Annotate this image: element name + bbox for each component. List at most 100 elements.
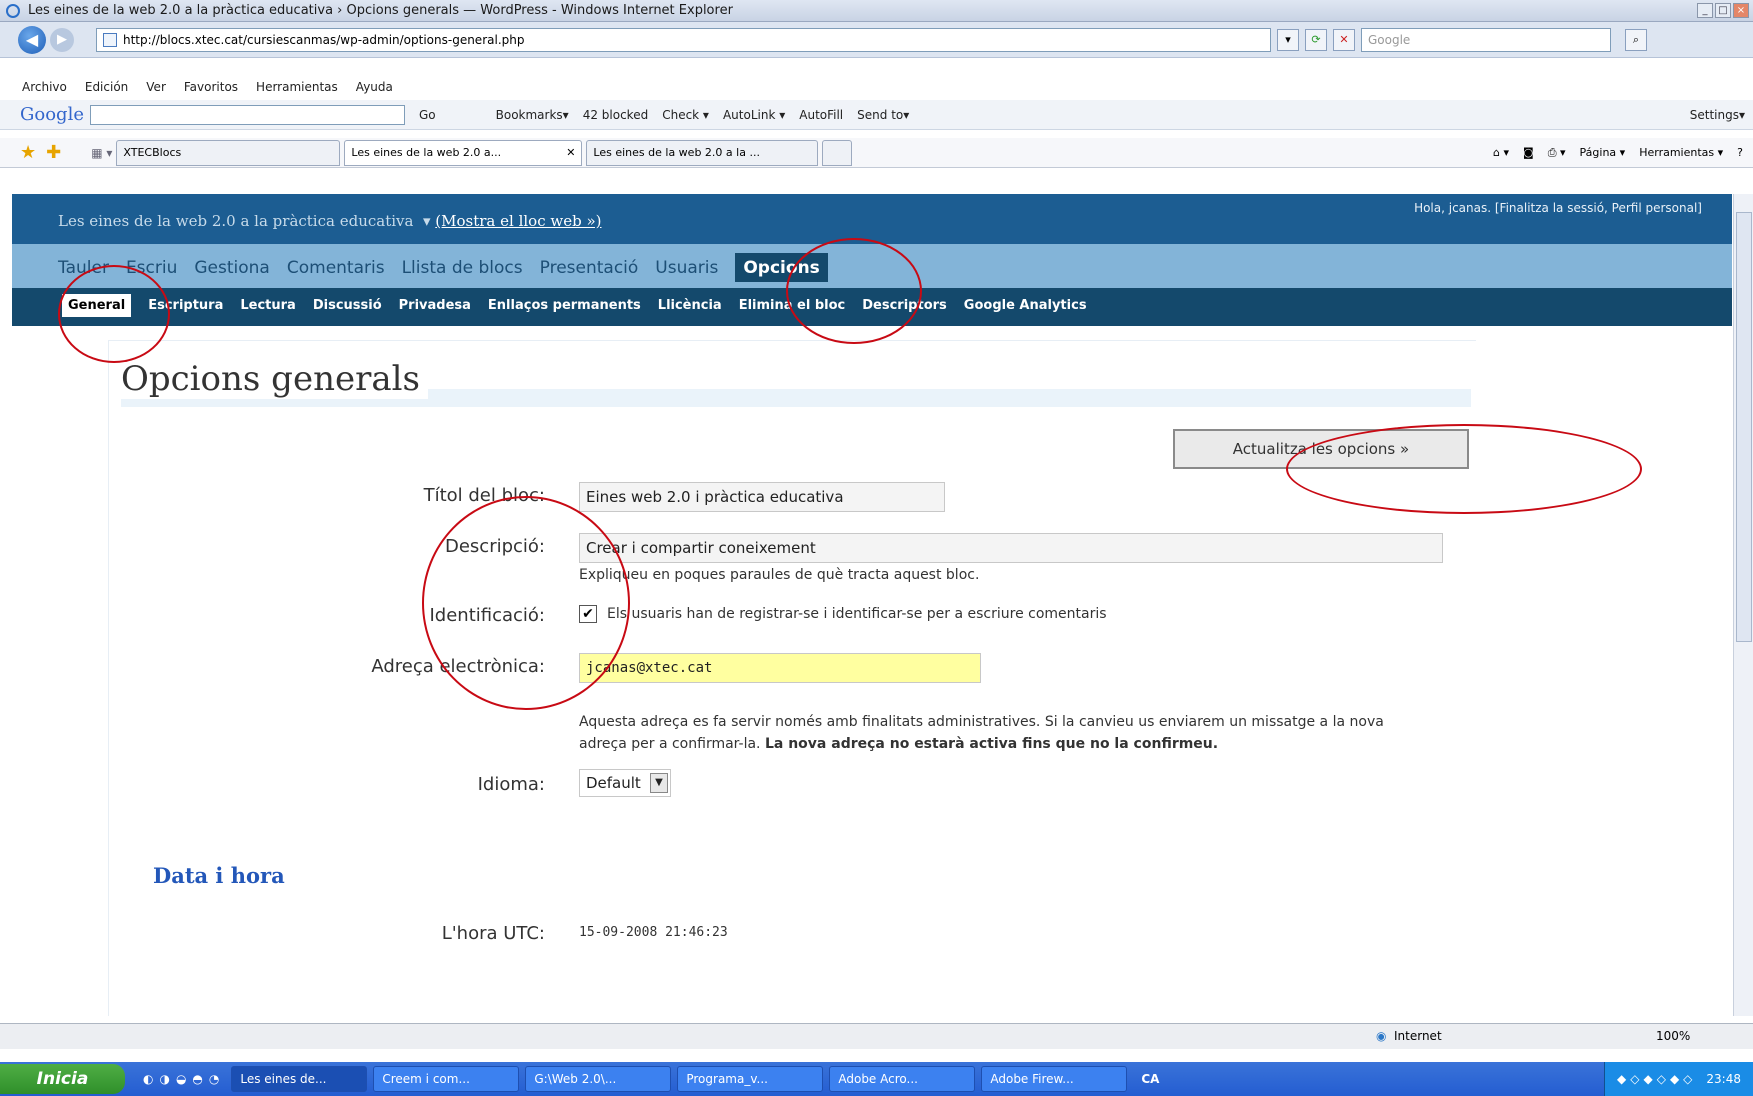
- identification-text: Els usuaris han de registrar-se i identi…: [607, 606, 1107, 622]
- globe-icon: ◉: [1376, 1029, 1387, 1043]
- taskbar-item-fireworks[interactable]: Adobe Firew...: [981, 1066, 1128, 1092]
- menu-bar: Archivo Edición Ver Favoritos Herramient…: [22, 80, 393, 94]
- nav-comentaris[interactable]: Comentaris: [287, 258, 385, 282]
- email-note-line1: Aquesta adreça es fa servir només amb fi…: [579, 714, 1384, 730]
- help-icon[interactable]: ?: [1737, 146, 1743, 160]
- taskbar-item-programa[interactable]: Programa_v...: [677, 1066, 824, 1092]
- search-icon[interactable]: ⌕: [1625, 28, 1647, 51]
- forward-button[interactable]: ▶: [50, 27, 74, 52]
- minimize-button[interactable]: _: [1697, 3, 1713, 18]
- google-go-button[interactable]: Go: [419, 108, 436, 122]
- description-input[interactable]: Crear i compartir coneixement: [579, 533, 1443, 563]
- page-icon: [103, 32, 117, 47]
- page-title: Opcions generals: [121, 359, 428, 399]
- blog-header: Les eines de la web 2.0 a la pràctica ed…: [58, 212, 602, 230]
- page-scrollbar[interactable]: [1733, 194, 1753, 1016]
- google-logo: Google: [20, 104, 84, 125]
- popup-blocked-button[interactable]: 42 blocked: [583, 108, 649, 122]
- annotation-circle-general: [58, 265, 170, 363]
- datetime-section-title: Data i hora: [153, 863, 285, 888]
- email-note-bold: La nova adreça no estarà activa fins que…: [764, 736, 1219, 752]
- taskbar-item-les-eines[interactable]: Les eines de...: [231, 1066, 368, 1092]
- refresh-icon[interactable]: ⟳: [1305, 28, 1327, 51]
- language-indicator[interactable]: CA: [1141, 1072, 1159, 1086]
- quick-tabs-icon[interactable]: ▦ ▾: [91, 146, 112, 160]
- address-url: http://blocs.xtec.cat/cursiescanmas/wp-a…: [123, 32, 525, 47]
- nav-llista-blocs[interactable]: Llista de blocs: [402, 258, 523, 282]
- stop-icon[interactable]: ✕: [1333, 28, 1355, 51]
- email-note: Aquesta adreça es fa servir només amb fi…: [579, 711, 1479, 755]
- menu-ayuda[interactable]: Ayuda: [356, 80, 393, 94]
- tab-xtecblocs[interactable]: XTECBlocs: [116, 139, 341, 166]
- tab-les-eines[interactable]: Les eines de la web 2.0 a la ...: [586, 139, 819, 166]
- menu-edicion[interactable]: Edición: [85, 80, 128, 94]
- home-icon[interactable]: ⌂ ▾: [1493, 146, 1509, 160]
- ie-icon: [6, 3, 20, 18]
- autofill-button[interactable]: AutoFill: [799, 108, 843, 122]
- taskbar: Inicia ◐◑◒◓◔ Les eines de... Creem i com…: [0, 1062, 1753, 1096]
- wp-header: Les eines de la web 2.0 a la pràctica ed…: [12, 194, 1732, 244]
- tab-row: ★ ✚ ▦ ▾ XTECBlocs Les eines de la web 2.…: [0, 138, 1753, 168]
- nav-usuaris[interactable]: Usuaris: [655, 258, 718, 282]
- taskbar-item-creem[interactable]: Creem i com...: [373, 1066, 520, 1092]
- menu-herramientas[interactable]: Herramientas: [256, 80, 338, 94]
- scrollbar-thumb[interactable]: [1736, 212, 1752, 642]
- send-to-button[interactable]: Send to▾: [857, 108, 909, 122]
- address-bar[interactable]: http://blocs.xtec.cat/cursiescanmas/wp-a…: [96, 27, 1271, 52]
- nav-presentacio[interactable]: Presentació: [540, 258, 639, 282]
- favorites-star-icon[interactable]: ★: [20, 142, 36, 163]
- menu-favoritos[interactable]: Favoritos: [184, 80, 238, 94]
- feeds-icon[interactable]: ◙: [1523, 146, 1534, 160]
- window-titlebar: Les eines de la web 2.0 a la pràctica ed…: [0, 0, 1753, 22]
- subnav-analytics[interactable]: Google Analytics: [964, 298, 1087, 317]
- subnav-llicencia[interactable]: Llicència: [658, 298, 722, 317]
- google-search-input[interactable]: [89, 104, 405, 125]
- tab-close-icon[interactable]: ✕: [566, 146, 575, 159]
- add-favorite-icon[interactable]: ✚: [46, 142, 61, 163]
- tray-icons[interactable]: ◆◇◆◇◆◇: [1617, 1072, 1696, 1086]
- subnav-discussio[interactable]: Discussió: [313, 298, 382, 317]
- subnav-enllacos[interactable]: Enllaços permanents: [488, 298, 641, 317]
- back-button[interactable]: ◀: [18, 25, 46, 54]
- nav-gestiona[interactable]: Gestiona: [194, 258, 269, 282]
- tools-menu[interactable]: Herramientas ▾: [1639, 146, 1723, 160]
- page-menu[interactable]: Página ▾: [1580, 146, 1626, 160]
- utc-label: L'hora UTC:: [441, 923, 545, 944]
- subnav-lectura[interactable]: Lectura: [240, 298, 295, 317]
- spell-check-button[interactable]: Check ▾: [662, 108, 709, 122]
- email-note-line2: adreça per a confirmar-la.: [579, 736, 761, 752]
- zoom-level[interactable]: 100%: [1656, 1029, 1690, 1043]
- menu-ver[interactable]: Ver: [146, 80, 166, 94]
- taskbar-item-web20[interactable]: G:\Web 2.0\...: [525, 1066, 672, 1092]
- tab-les-eines-active[interactable]: Les eines de la web 2.0 a... ✕: [344, 139, 583, 166]
- chevron-down-icon: ▼: [650, 773, 668, 793]
- maximize-button[interactable]: □: [1715, 3, 1731, 18]
- subnav-privadesa[interactable]: Privadesa: [399, 298, 471, 317]
- new-tab[interactable]: [822, 139, 853, 166]
- options-panel: Opcions generals Actualitza les opcions …: [108, 340, 1476, 1016]
- print-icon[interactable]: ⎙ ▾: [1548, 146, 1566, 160]
- system-tray: ◆◇◆◇◆◇ 23:48: [1604, 1062, 1753, 1096]
- blog-title-input[interactable]: Eines web 2.0 i pràctica educativa: [579, 482, 945, 512]
- view-site-link[interactable]: (Mostra el lloc web »): [435, 212, 601, 230]
- description-hint: Expliqueu en poques paraules de què trac…: [579, 567, 980, 583]
- settings-button[interactable]: Settings▾: [1690, 108, 1745, 122]
- window-title: Les eines de la web 2.0 a la pràctica ed…: [28, 3, 733, 18]
- search-input[interactable]: Google: [1361, 27, 1611, 52]
- language-select[interactable]: Default ▼: [579, 769, 671, 797]
- email-input[interactable]: jcanas@xtec.cat: [579, 653, 981, 683]
- address-dropdown-icon[interactable]: ▾: [1277, 28, 1299, 51]
- menu-archivo[interactable]: Archivo: [22, 80, 67, 94]
- google-toolbar: Google Go Bookmarks▾ 42 blocked Check ▾ …: [0, 100, 1753, 130]
- language-label: Idioma:: [477, 774, 545, 795]
- start-button[interactable]: Inicia: [0, 1064, 125, 1094]
- taskbar-item-acrobat[interactable]: Adobe Acro...: [829, 1066, 976, 1092]
- blog-name: Les eines de la web 2.0 a la pràctica ed…: [58, 212, 414, 230]
- close-button[interactable]: ×: [1733, 3, 1749, 18]
- user-greeting[interactable]: Hola, jcanas. [Finalitza la sessió, Perf…: [1414, 201, 1702, 215]
- status-bar: ◉ Internet 100%: [0, 1023, 1753, 1049]
- annotation-circle-fields: [422, 496, 630, 710]
- autolink-button[interactable]: AutoLink ▾: [723, 108, 785, 122]
- bookmarks-button[interactable]: Bookmarks▾: [496, 108, 569, 122]
- quick-launch-icons[interactable]: ◐◑◒◓◔: [143, 1072, 225, 1086]
